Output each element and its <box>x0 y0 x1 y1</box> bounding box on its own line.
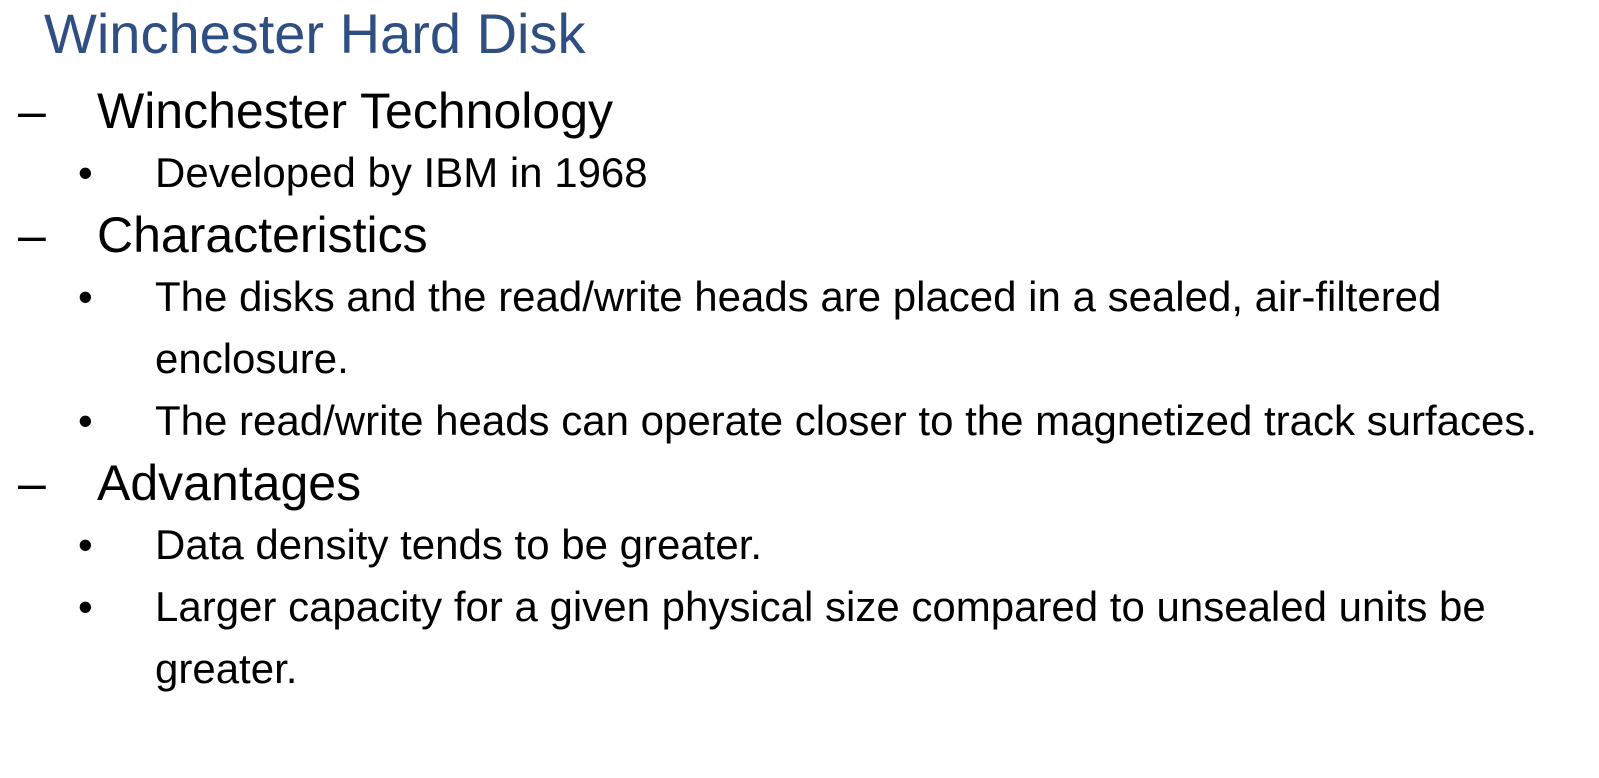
dash-marker: – <box>18 207 46 263</box>
bullet-item: • The disks and the read/write heads are… <box>0 266 1599 390</box>
bullet-marker: • <box>78 583 93 630</box>
section-winchester-technology: – Winchester Technology • Developed by I… <box>0 80 1599 204</box>
bullet-marker: • <box>78 149 93 196</box>
bullet-marker: • <box>78 521 93 568</box>
bullet-marker: • <box>78 273 93 320</box>
bullet-marker: • <box>78 397 93 444</box>
section-heading: Winchester Technology <box>97 83 614 139</box>
bullet-text: Developed by IBM in 1968 <box>155 149 648 196</box>
bullet-item: • Data density tends to be greater. <box>0 514 1599 576</box>
bullet-item: • Larger capacity for a given physical s… <box>0 576 1599 700</box>
heading-item: – Advantages <box>0 452 1599 514</box>
heading-item: – Characteristics <box>0 204 1599 266</box>
dash-marker: – <box>18 83 46 139</box>
outline: – Winchester Technology • Developed by I… <box>0 80 1599 700</box>
bullet-item: • Developed by IBM in 1968 <box>0 142 1599 204</box>
bullet-text: The read/write heads can operate closer … <box>155 397 1538 444</box>
bullet-text: Larger capacity for a given physical siz… <box>155 583 1486 692</box>
bullet-text: The disks and the read/write heads are p… <box>155 273 1442 382</box>
slide: Winchester Hard Disk – Winchester Techno… <box>0 0 1599 778</box>
dash-marker: – <box>18 455 46 511</box>
section-heading: Advantages <box>97 455 362 511</box>
bullet-text: Data density tends to be greater. <box>155 521 763 568</box>
section-advantages: – Advantages • Data density tends to be … <box>0 452 1599 700</box>
slide-title: Winchester Hard Disk <box>44 2 586 65</box>
heading-item: – Winchester Technology <box>0 80 1599 142</box>
section-characteristics: – Characteristics • The disks and the re… <box>0 204 1599 452</box>
bullet-item: • The read/write heads can operate close… <box>0 390 1599 452</box>
section-heading: Characteristics <box>97 207 428 263</box>
